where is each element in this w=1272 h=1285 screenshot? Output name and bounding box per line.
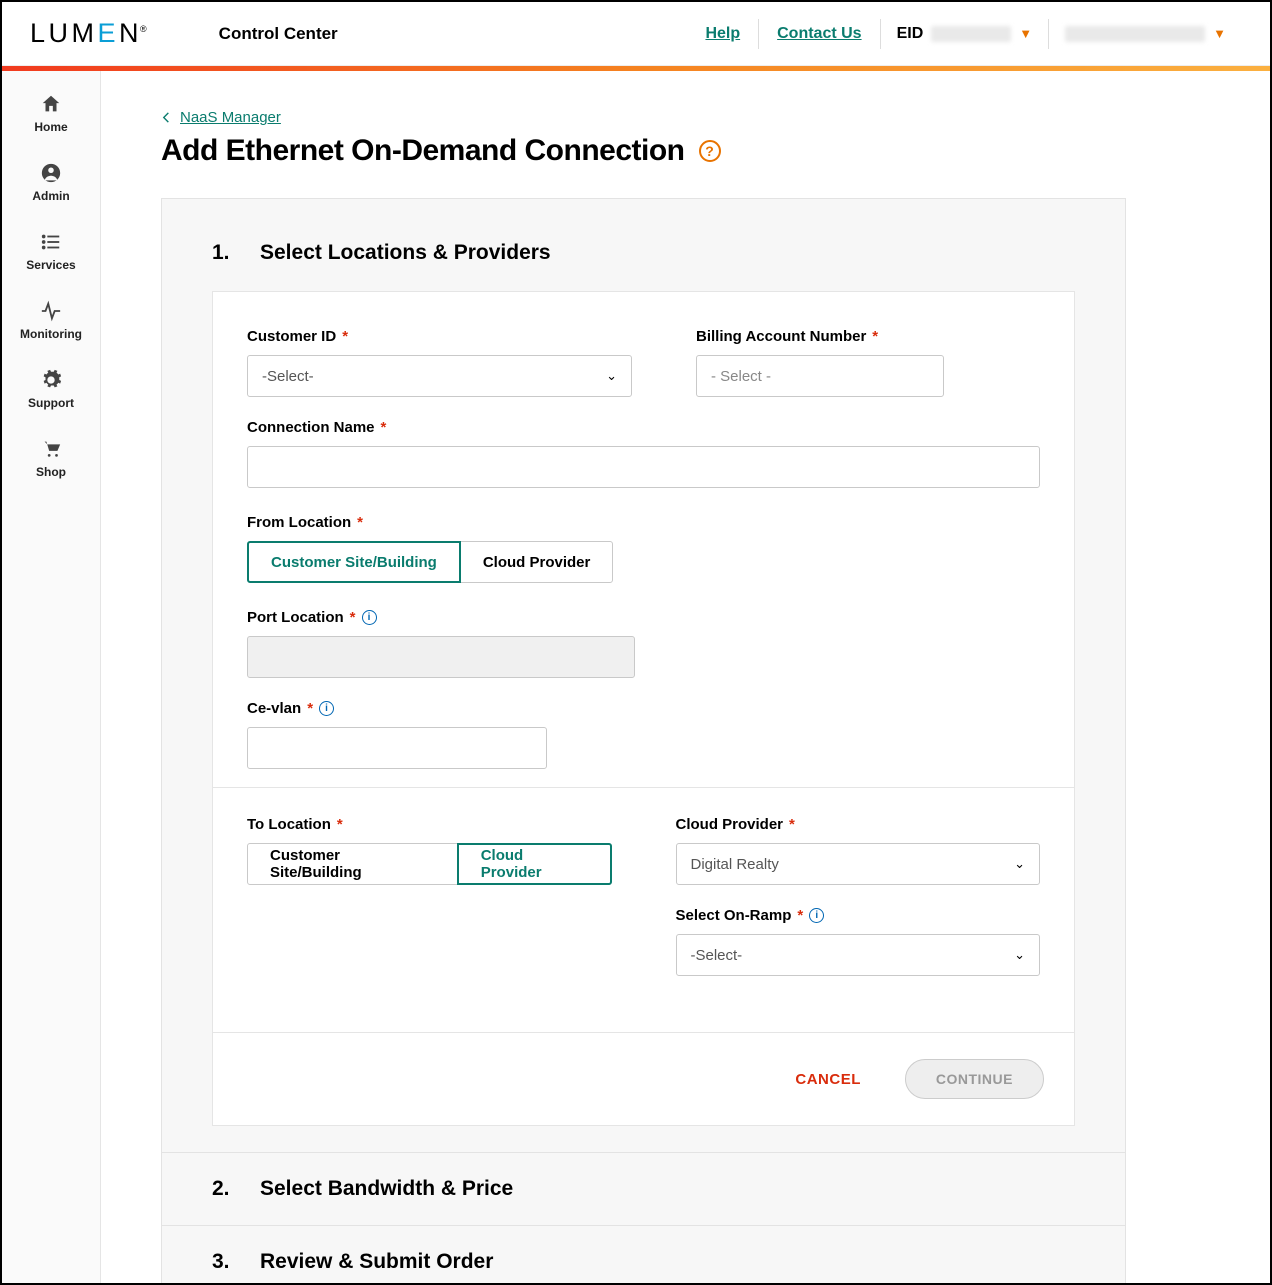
ce-vlan-input[interactable] <box>247 727 547 769</box>
select-placeholder: - Select - <box>711 368 771 385</box>
chevron-down-icon: ⌄ <box>606 368 617 384</box>
select-value: -Select- <box>262 368 314 385</box>
from-location-toggle: Customer Site/Building Cloud Provider <box>247 541 1040 583</box>
chevron-down-icon: ▼ <box>1019 26 1032 41</box>
to-customer-site-button[interactable]: Customer Site/Building <box>247 843 458 885</box>
account-name-redacted <box>1065 26 1205 42</box>
sidebar-item-admin[interactable]: Admin <box>2 162 100 203</box>
sidebar-item-home[interactable]: Home <box>2 93 100 134</box>
from-location-label: From Location* <box>247 514 1040 531</box>
main-content: NaaS Manager Add Ethernet On-Demand Conn… <box>101 71 1270 1283</box>
port-location-input[interactable] <box>247 636 635 678</box>
info-icon[interactable]: i <box>362 610 377 625</box>
chevron-down-icon: ⌄ <box>1014 856 1025 872</box>
continue-button[interactable]: CONTINUE <box>905 1059 1044 1099</box>
sidebar-item-label: Admin <box>32 189 69 203</box>
cancel-button[interactable]: CANCEL <box>795 1071 861 1088</box>
cart-icon <box>40 438 62 460</box>
eid-value-redacted <box>931 26 1011 42</box>
chevron-down-icon: ▼ <box>1213 26 1226 41</box>
to-location-label: To Location* <box>247 816 612 833</box>
page-title: Add Ethernet On-Demand Connection <box>161 134 685 168</box>
select-value: Digital Realty <box>691 856 779 873</box>
step-number: 1. <box>212 241 230 265</box>
help-icon[interactable]: ? <box>699 140 721 162</box>
step-2-header[interactable]: 2. Select Bandwidth & Price <box>162 1152 1125 1225</box>
sidebar-item-monitoring[interactable]: Monitoring <box>2 300 100 341</box>
wizard-card: 1. Select Locations & Providers Customer… <box>161 198 1126 1283</box>
gear-icon <box>40 369 62 391</box>
cloud-provider-label: Cloud Provider* <box>676 816 1041 833</box>
sidebar-item-support[interactable]: Support <box>2 369 100 410</box>
account-menu[interactable]: ▼ <box>1049 20 1242 48</box>
step-1-header: 1. Select Locations & Providers <box>162 241 1125 291</box>
from-customer-site-button[interactable]: Customer Site/Building <box>247 541 461 583</box>
sidebar-item-label: Home <box>34 120 67 134</box>
connection-name-input[interactable] <box>247 446 1040 488</box>
activity-icon <box>40 300 62 322</box>
sidebar-item-label: Support <box>28 396 74 410</box>
breadcrumb-label: NaaS Manager <box>180 109 281 126</box>
to-location-toggle: Customer Site/Building Cloud Provider <box>247 843 612 885</box>
step-number: 2. <box>212 1177 230 1201</box>
home-icon <box>40 93 62 115</box>
customer-id-select[interactable]: -Select- ⌄ <box>247 355 632 397</box>
on-ramp-label: Select On-Ramp* i <box>676 907 1041 924</box>
breadcrumb-back[interactable]: NaaS Manager <box>161 109 1270 126</box>
eid-label: EID <box>897 25 924 43</box>
ce-vlan-label: Ce-vlan* i <box>247 700 547 717</box>
billing-account-label: Billing Account Number* <box>696 328 944 345</box>
divider <box>213 787 1074 788</box>
sidebar: Home Admin Services Monitoring Support S… <box>2 71 101 1283</box>
info-icon[interactable]: i <box>319 701 334 716</box>
sidebar-item-label: Monitoring <box>20 327 82 341</box>
list-icon <box>40 231 62 253</box>
sidebar-item-services[interactable]: Services <box>2 231 100 272</box>
from-cloud-provider-button[interactable]: Cloud Provider <box>460 541 614 583</box>
step-title: Select Bandwidth & Price <box>260 1177 513 1201</box>
chevron-left-icon <box>161 112 172 123</box>
sidebar-item-label: Services <box>26 258 75 272</box>
step-1-footer: CANCEL CONTINUE <box>213 1032 1074 1125</box>
step-number: 3. <box>212 1250 230 1274</box>
help-link[interactable]: Help <box>687 19 759 49</box>
billing-account-select[interactable]: - Select - <box>696 355 944 397</box>
customer-id-label: Customer ID* <box>247 328 632 345</box>
sidebar-item-shop[interactable]: Shop <box>2 438 100 479</box>
app-name: Control Center <box>219 24 338 44</box>
contact-us-link[interactable]: Contact Us <box>759 19 880 49</box>
cloud-provider-select[interactable]: Digital Realty ⌄ <box>676 843 1041 885</box>
connection-name-label: Connection Name* <box>247 419 1040 436</box>
lumen-logo: LUMEN® <box>30 18 147 49</box>
step-title: Review & Submit Order <box>260 1250 493 1274</box>
top-header: LUMEN® Control Center Help Contact Us EI… <box>2 2 1270 66</box>
info-icon[interactable]: i <box>809 908 824 923</box>
eid-menu[interactable]: EID ▼ <box>881 19 1050 49</box>
sidebar-item-label: Shop <box>36 465 66 479</box>
chevron-down-icon: ⌄ <box>1014 947 1025 963</box>
user-icon <box>40 162 62 184</box>
step-title: Select Locations & Providers <box>260 241 551 265</box>
select-value: -Select- <box>691 947 743 964</box>
step-1-panel: Customer ID* -Select- ⌄ Billing Account … <box>212 291 1075 1126</box>
step-3-header[interactable]: 3. Review & Submit Order <box>162 1225 1125 1283</box>
to-cloud-provider-button[interactable]: Cloud Provider <box>457 843 612 885</box>
port-location-label: Port Location* i <box>247 609 635 626</box>
on-ramp-select[interactable]: -Select- ⌄ <box>676 934 1041 976</box>
